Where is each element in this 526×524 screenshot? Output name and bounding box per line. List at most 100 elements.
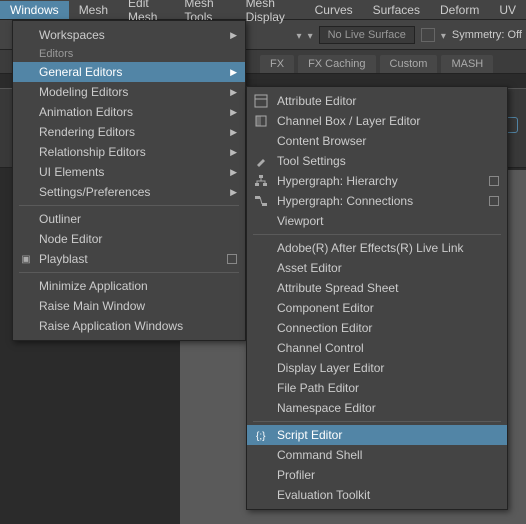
menu-label: Raise Application Windows — [39, 319, 183, 333]
menu-label: Script Editor — [277, 428, 342, 442]
dropdown-icon[interactable] — [441, 28, 446, 42]
menu-label: File Path Editor — [277, 381, 359, 395]
tab-custom[interactable]: Custom — [380, 55, 438, 73]
menu-label: Attribute Editor — [277, 94, 356, 108]
menu-modeling-editors[interactable]: Modeling Editors▶ — [13, 82, 245, 102]
menu-label: Rendering Editors — [39, 125, 135, 139]
menu-label: Connection Editor — [277, 321, 372, 335]
svg-text:{;}: {;} — [256, 431, 266, 442]
menu-component-editor[interactable]: Component Editor — [247, 298, 507, 318]
menu-label: Channel Box / Layer Editor — [277, 114, 420, 128]
menu-playblast[interactable]: ▣ Playblast — [13, 249, 245, 269]
live-surface-field[interactable]: No Live Surface — [319, 26, 415, 44]
menu-file-path-editor[interactable]: File Path Editor — [247, 378, 507, 398]
menu-label: Asset Editor — [277, 261, 342, 275]
option-box-icon[interactable] — [489, 176, 499, 186]
menu-label: Display Layer Editor — [277, 361, 384, 375]
menu-label: Minimize Application — [39, 279, 148, 293]
tab-fx[interactable]: FX — [260, 55, 294, 73]
menu-script-editor[interactable]: {;} Script Editor — [247, 425, 507, 445]
hypergraph-connections-icon — [253, 193, 269, 209]
menu-hypergraph-connections[interactable]: Hypergraph: Connections — [247, 191, 507, 211]
general-editors-submenu: Attribute Editor Channel Box / Layer Edi… — [246, 86, 508, 510]
menu-channel-box[interactable]: Channel Box / Layer Editor — [247, 111, 507, 131]
menu-surfaces[interactable]: Surfaces — [363, 1, 430, 19]
tool-settings-icon — [253, 153, 269, 169]
menu-label: Workspaces — [39, 28, 105, 42]
menu-label: Raise Main Window — [39, 299, 145, 313]
menu-label: Relationship Editors — [39, 145, 146, 159]
script-editor-icon: {;} — [253, 427, 269, 443]
menu-label: Tool Settings — [277, 154, 346, 168]
magnet-icon[interactable] — [421, 28, 435, 42]
menu-label: General Editors — [39, 65, 122, 79]
menu-label: Profiler — [277, 468, 315, 482]
menu-label: Component Editor — [277, 301, 374, 315]
tab-mash[interactable]: MASH — [441, 55, 493, 73]
menu-minimize-application[interactable]: Minimize Application — [13, 276, 245, 296]
menu-settings-preferences[interactable]: Settings/Preferences ▶ — [13, 182, 245, 202]
playblast-icon: ▣ — [19, 254, 33, 265]
menu-label: Content Browser — [277, 134, 366, 148]
dropdown-icon[interactable] — [308, 28, 313, 42]
menu-channel-control[interactable]: Channel Control — [247, 338, 507, 358]
menu-label: Viewport — [277, 214, 323, 228]
option-box-icon[interactable] — [227, 254, 237, 264]
menu-outliner[interactable]: Outliner — [13, 209, 245, 229]
menu-profiler[interactable]: Profiler — [247, 465, 507, 485]
menu-mesh[interactable]: Mesh — [69, 1, 118, 19]
menu-separator — [253, 234, 501, 235]
menu-rendering-editors[interactable]: Rendering Editors ▶ — [13, 122, 245, 142]
submenu-arrow-icon: ▶ — [230, 127, 237, 138]
menu-label: Channel Control — [277, 341, 364, 355]
menu-label: Hypergraph: Connections — [277, 194, 413, 208]
menu-asset-editor[interactable]: Asset Editor — [247, 258, 507, 278]
menu-node-editor[interactable]: Node Editor — [13, 229, 245, 249]
menu-section-editors: Editors — [13, 45, 245, 62]
menu-uv[interactable]: UV — [489, 1, 526, 19]
menu-raise-application-windows[interactable]: Raise Application Windows — [13, 316, 245, 336]
menu-label: Command Shell — [277, 448, 362, 462]
menu-separator — [253, 421, 501, 422]
hypergraph-icon — [253, 173, 269, 189]
option-box-icon[interactable] — [489, 196, 499, 206]
submenu-arrow-icon: ▶ — [230, 187, 237, 198]
menu-tool-settings[interactable]: Tool Settings — [247, 151, 507, 171]
menu-curves[interactable]: Curves — [305, 1, 363, 19]
menu-deform[interactable]: Deform — [430, 1, 489, 19]
menu-hypergraph-hierarchy[interactable]: Hypergraph: Hierarchy — [247, 171, 507, 191]
channel-box-icon — [253, 113, 269, 129]
menu-relationship-editors[interactable]: Relationship Editors▶ — [13, 142, 245, 162]
menu-label: Playblast — [39, 252, 88, 266]
menu-ae-live-link[interactable]: Adobe(R) After Effects(R) Live Link — [247, 238, 507, 258]
submenu-arrow-icon: ▶ — [230, 167, 237, 178]
menu-content-browser[interactable]: Content Browser — [247, 131, 507, 151]
menu-general-editors[interactable]: General Editors ▶ — [13, 62, 245, 82]
menu-separator — [19, 272, 239, 273]
menu-raise-main-window[interactable]: Raise Main Window — [13, 296, 245, 316]
menu-display-layer-editor[interactable]: Display Layer Editor — [247, 358, 507, 378]
menu-command-shell[interactable]: Command Shell — [247, 445, 507, 465]
symmetry-label[interactable]: Symmetry: Off — [452, 29, 522, 41]
dropdown-icon[interactable] — [297, 28, 302, 42]
windows-menu: Workspaces▶ Editors General Editors▶ Mod… — [12, 20, 246, 341]
tab-fx-caching[interactable]: FX Caching — [298, 55, 375, 73]
attribute-editor-icon — [253, 93, 269, 109]
menu-attribute-editor[interactable]: Attribute Editor — [247, 91, 507, 111]
menu-animation-editors[interactable]: Animation Editors▶ — [13, 102, 245, 122]
menu-label: Attribute Spread Sheet — [277, 281, 398, 295]
submenu-arrow-icon: ▶ — [230, 67, 237, 78]
menu-namespace-editor[interactable]: Namespace Editor — [247, 398, 507, 418]
menu-separator — [19, 205, 239, 206]
menu-label: Hypergraph: Hierarchy — [277, 174, 398, 188]
menu-viewport[interactable]: Viewport — [247, 211, 507, 231]
menu-windows[interactable]: Windows — [0, 1, 69, 19]
menu-connection-editor[interactable]: Connection Editor — [247, 318, 507, 338]
menu-label: Settings/Preferences — [39, 185, 150, 199]
menu-evaluation-toolkit[interactable]: Evaluation Toolkit — [247, 485, 507, 505]
menu-workspaces[interactable]: Workspaces▶ — [13, 25, 245, 45]
menu-label: Node Editor — [39, 232, 102, 246]
menu-attribute-spreadsheet[interactable]: Attribute Spread Sheet — [247, 278, 507, 298]
submenu-arrow-icon: ▶ — [230, 87, 237, 98]
menu-ui-elements[interactable]: UI Elements▶ — [13, 162, 245, 182]
